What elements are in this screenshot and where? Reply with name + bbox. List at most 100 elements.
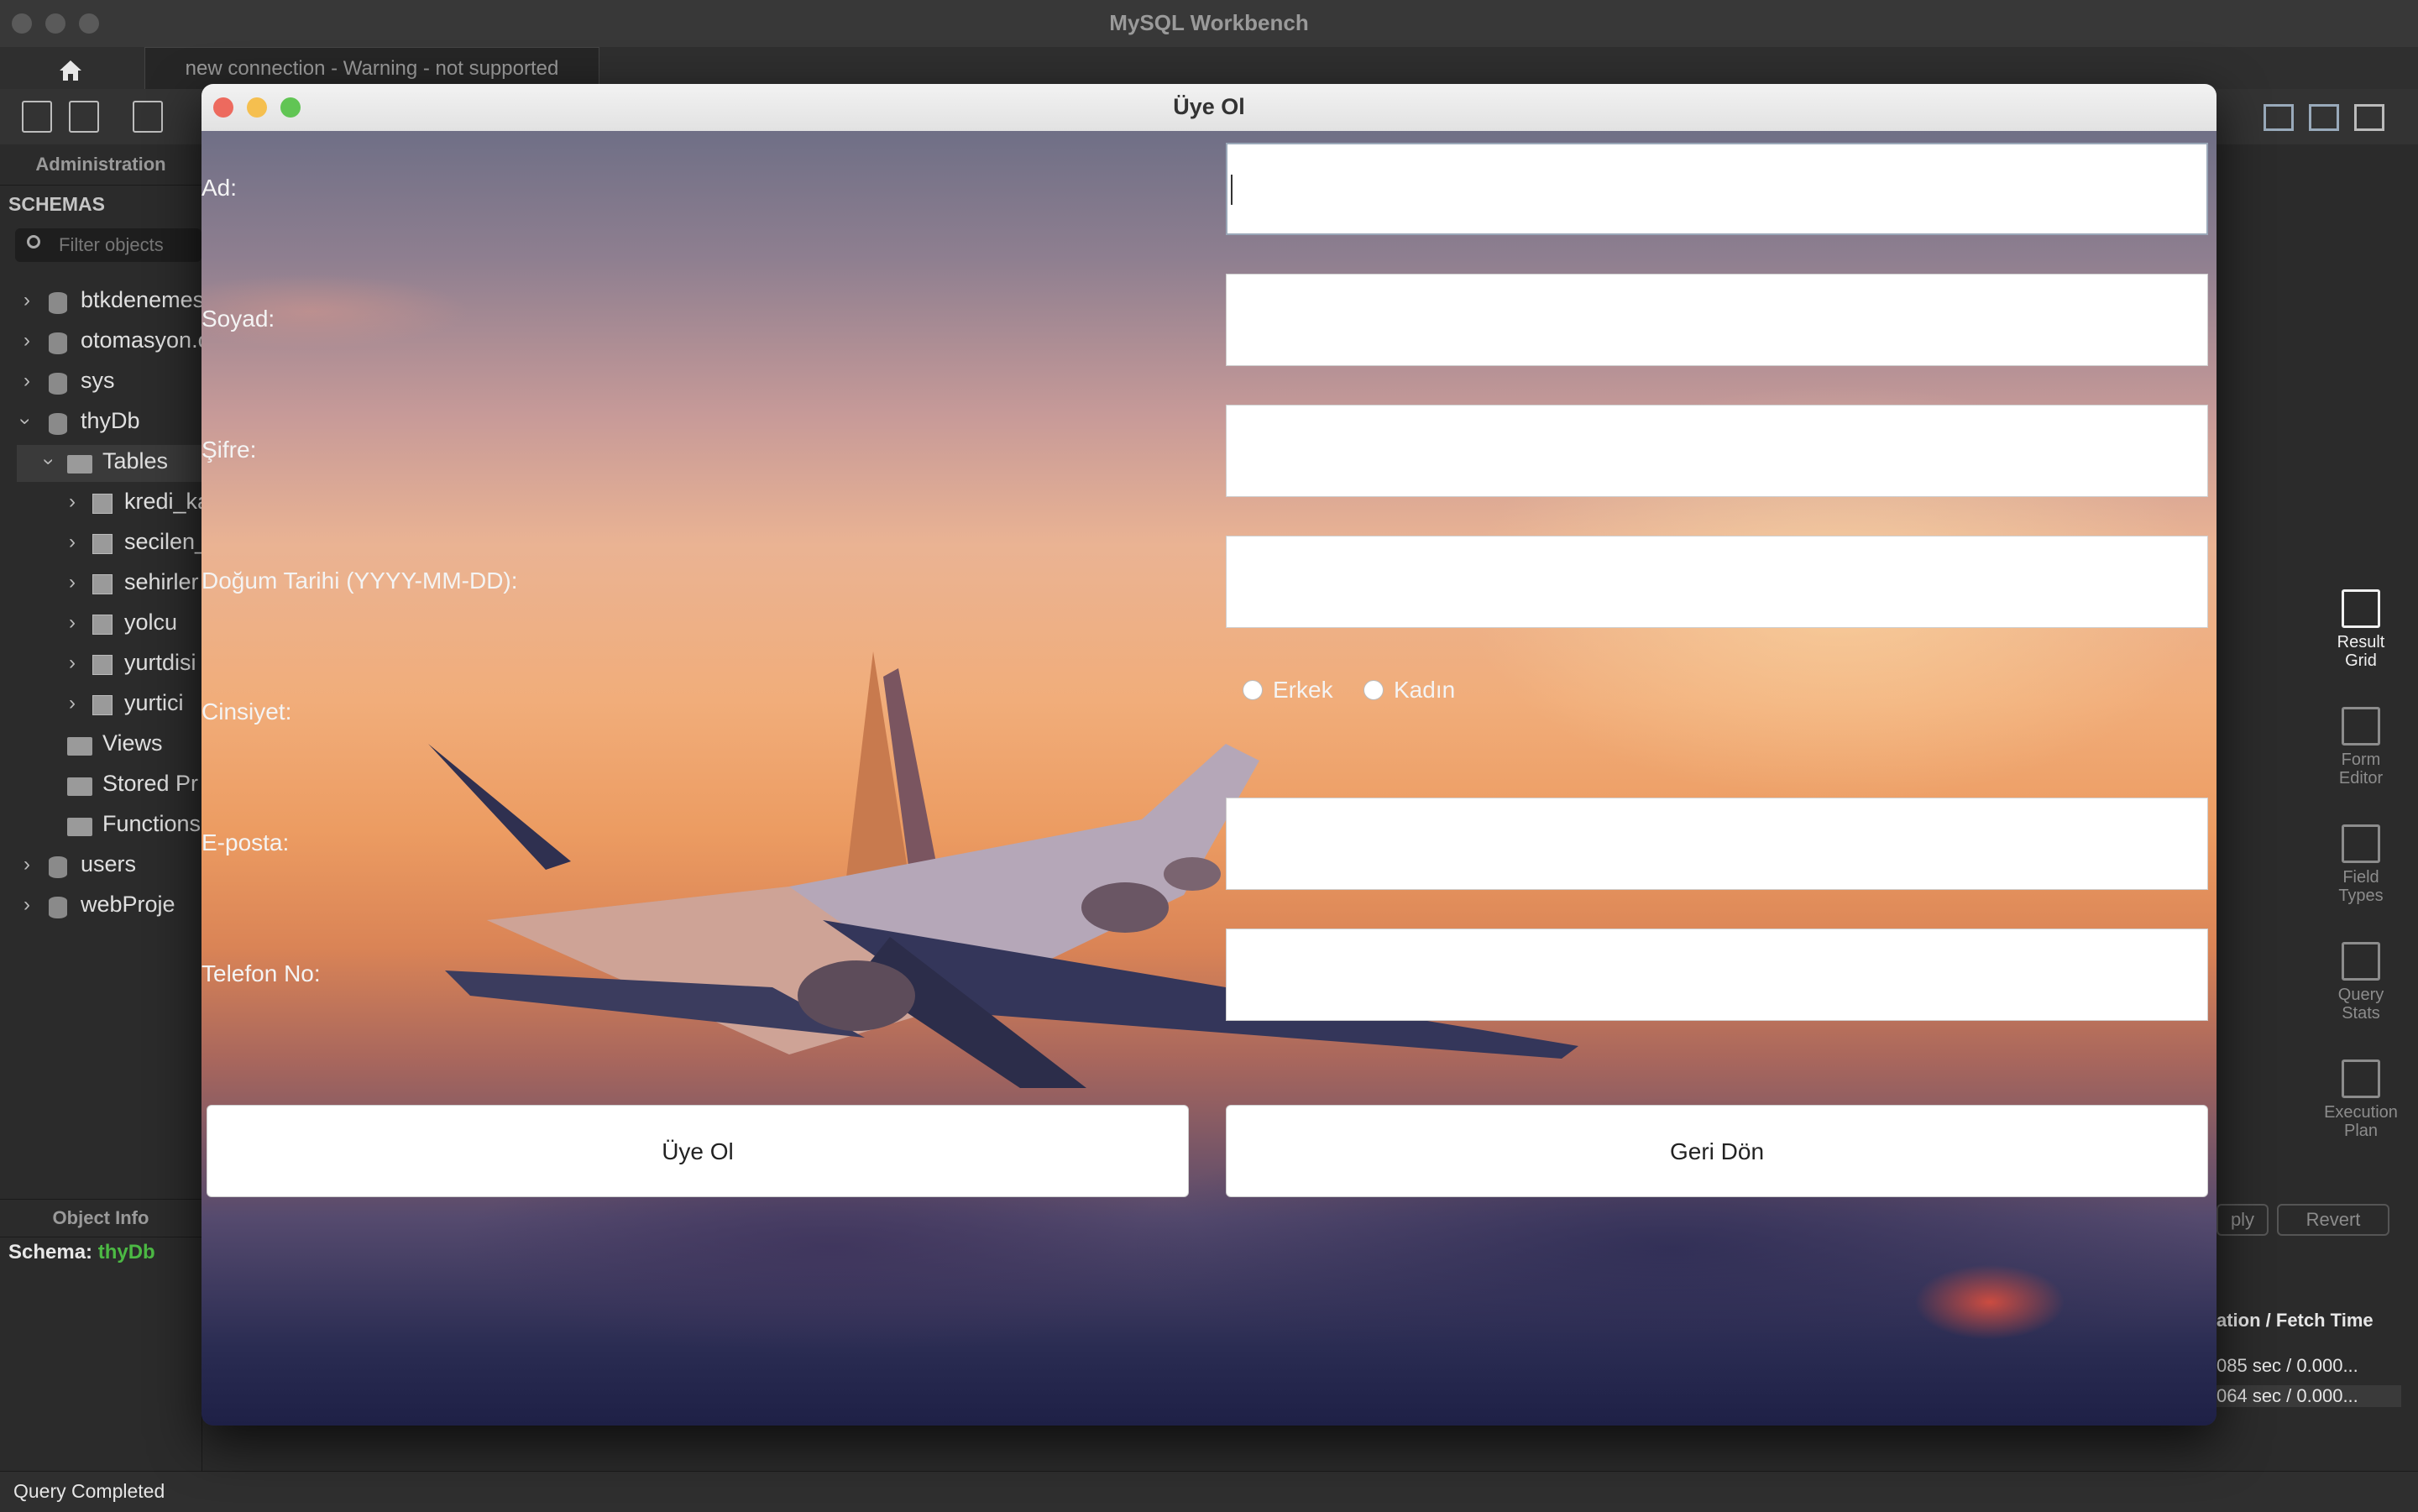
cloud [1914, 1264, 2065, 1340]
dogum-tarihi-input[interactable] [1226, 536, 2208, 628]
open-sql-script-icon[interactable] [69, 101, 99, 133]
tree-stored-procedures-folder[interactable]: Stored Pr [102, 771, 198, 797]
chevron-right-icon[interactable]: › [69, 692, 76, 715]
table-icon [92, 615, 113, 635]
label-dogum-tarihi: Doğum Tarihi (YYYY-MM-DD): [202, 568, 518, 594]
tree-schema-users[interactable]: users [81, 851, 136, 877]
grid-icon [2342, 589, 2380, 628]
dialog-title: Üye Ol [1173, 94, 1245, 119]
register-button[interactable]: Üye Ol [207, 1105, 1189, 1197]
revert-button[interactable]: Revert [2277, 1204, 2389, 1236]
tab-object-info[interactable]: Object Info [0, 1199, 202, 1237]
tree-schema-btkdenemes[interactable]: btkdenemes [81, 287, 204, 313]
chevron-right-icon[interactable]: › [24, 893, 30, 917]
tree-table-yolcu[interactable]: yolcu [124, 610, 177, 636]
folder-icon [67, 455, 92, 473]
execution-plan-button[interactable]: Execution Plan [2311, 1059, 2411, 1140]
database-icon [49, 332, 67, 354]
chevron-right-icon[interactable]: › [69, 611, 76, 635]
radio-kadin-label: Kadın [1394, 677, 1456, 703]
table-icon [92, 695, 113, 715]
radio-kadin[interactable]: Kadın [1363, 677, 1455, 704]
home-icon [60, 60, 81, 81]
radio-circle[interactable] [1243, 680, 1263, 700]
radio-erkek[interactable]: Erkek [1243, 677, 1333, 704]
tree-views-folder[interactable]: Views [102, 730, 163, 756]
tab-administration[interactable]: Administration [0, 144, 202, 186]
tree-schema-otomasyon[interactable]: otomasyon.c [81, 327, 209, 353]
new-sql-tab-icon[interactable] [22, 101, 52, 133]
window-title: MySQL Workbench [1109, 10, 1309, 35]
tree-schema-webproje[interactable]: webProje [81, 892, 175, 918]
radio-erkek-label: Erkek [1273, 677, 1333, 703]
field-types-label-2: Types [2338, 887, 2384, 905]
toggle-secondary-sidebar-icon[interactable] [2354, 104, 2384, 131]
tree-tables-folder[interactable]: Tables [102, 448, 168, 474]
database-icon [49, 292, 67, 314]
inspector-icon[interactable] [133, 101, 163, 133]
back-button[interactable]: Geri Dön [1226, 1105, 2208, 1197]
text-caret [1231, 175, 1233, 205]
duration-fetch-header: ation / Fetch Time [2216, 1310, 2374, 1331]
status-text: Query Completed [13, 1480, 165, 1502]
field-types-button[interactable]: Field Types [2311, 824, 2411, 905]
eposta-input[interactable] [1226, 798, 2208, 890]
execution-plan-icon [2342, 1059, 2380, 1098]
schema-info-key: Schema: [8, 1241, 93, 1263]
tree-schema-thydb[interactable]: thyDb [81, 408, 140, 434]
radio-circle[interactable] [1363, 680, 1384, 700]
query-stats-icon [2342, 942, 2380, 981]
toggle-output-icon[interactable] [2309, 104, 2339, 131]
result-grid-button[interactable]: Result Grid [2311, 589, 2411, 670]
tree-table-yurtdisi[interactable]: yurtdisi [124, 650, 196, 676]
soyad-input[interactable] [1226, 274, 2208, 366]
filter-objects-input[interactable]: Filter objects [15, 228, 202, 262]
result-grid-label-2: Grid [2345, 651, 2377, 670]
label-soyad: Soyad: [202, 306, 275, 332]
chevron-right-icon[interactable]: › [24, 329, 30, 353]
chevron-right-icon[interactable]: › [24, 853, 30, 876]
toggle-sidebar-icon[interactable] [2264, 104, 2294, 131]
table-icon [92, 494, 113, 514]
schema-info: Schema: thyDb [8, 1241, 155, 1264]
tree-functions-folder[interactable]: Functions [102, 811, 201, 837]
chevron-right-icon[interactable]: › [69, 571, 76, 594]
table-icon [92, 655, 113, 675]
chevron-down-icon[interactable]: › [13, 418, 37, 425]
apply-button[interactable]: ply [2216, 1204, 2269, 1236]
navigator-panel: Administration SCHEMAS Filter objects › … [0, 144, 210, 1471]
query-stats-label-1: Query [2337, 986, 2384, 1004]
label-sifre: Şifre: [202, 437, 257, 463]
form-icon [2342, 707, 2380, 746]
sifre-input[interactable] [1226, 405, 2208, 497]
query-stats-label-2: Stats [2342, 1004, 2380, 1023]
tree-table-yurtici[interactable]: yurtici [124, 690, 184, 716]
chevron-right-icon[interactable]: › [69, 651, 76, 675]
chevron-right-icon[interactable]: › [69, 490, 76, 514]
telefon-input[interactable] [1226, 929, 2208, 1021]
ad-input[interactable] [1226, 143, 2208, 235]
schemas-header: SCHEMAS [8, 193, 106, 215]
chevron-right-icon[interactable]: › [24, 289, 30, 312]
chevron-down-icon[interactable]: › [37, 458, 60, 465]
query-stats-button[interactable]: Query Stats [2311, 942, 2411, 1023]
field-types-icon [2342, 824, 2380, 863]
tree-schema-sys[interactable]: sys [81, 368, 115, 394]
results-side-panel [2216, 144, 2418, 1471]
database-icon [49, 413, 67, 435]
form-editor-button[interactable]: Form Editor [2311, 707, 2411, 787]
database-icon [49, 897, 67, 918]
label-cinsiyet: Cinsiyet: [202, 698, 292, 725]
folder-icon [67, 818, 92, 836]
tree-table-kredi[interactable]: kredi_ka [124, 489, 210, 515]
chevron-right-icon[interactable]: › [69, 531, 76, 554]
status-bar: Query Completed [0, 1471, 2418, 1512]
workbench-titlebar: MySQL Workbench [0, 0, 2418, 48]
tree-table-secilen[interactable]: secilen_ [124, 529, 207, 555]
tree-table-sehirler[interactable]: sehirler [124, 569, 199, 595]
chevron-right-icon[interactable]: › [24, 369, 30, 393]
register-dialog: Üye Ol Ad: Soyad: Şifre: Doğum Tarihi (Y… [202, 84, 2216, 1426]
home-tab[interactable] [44, 54, 97, 87]
database-icon [49, 856, 67, 878]
label-ad: Ad: [202, 175, 238, 201]
